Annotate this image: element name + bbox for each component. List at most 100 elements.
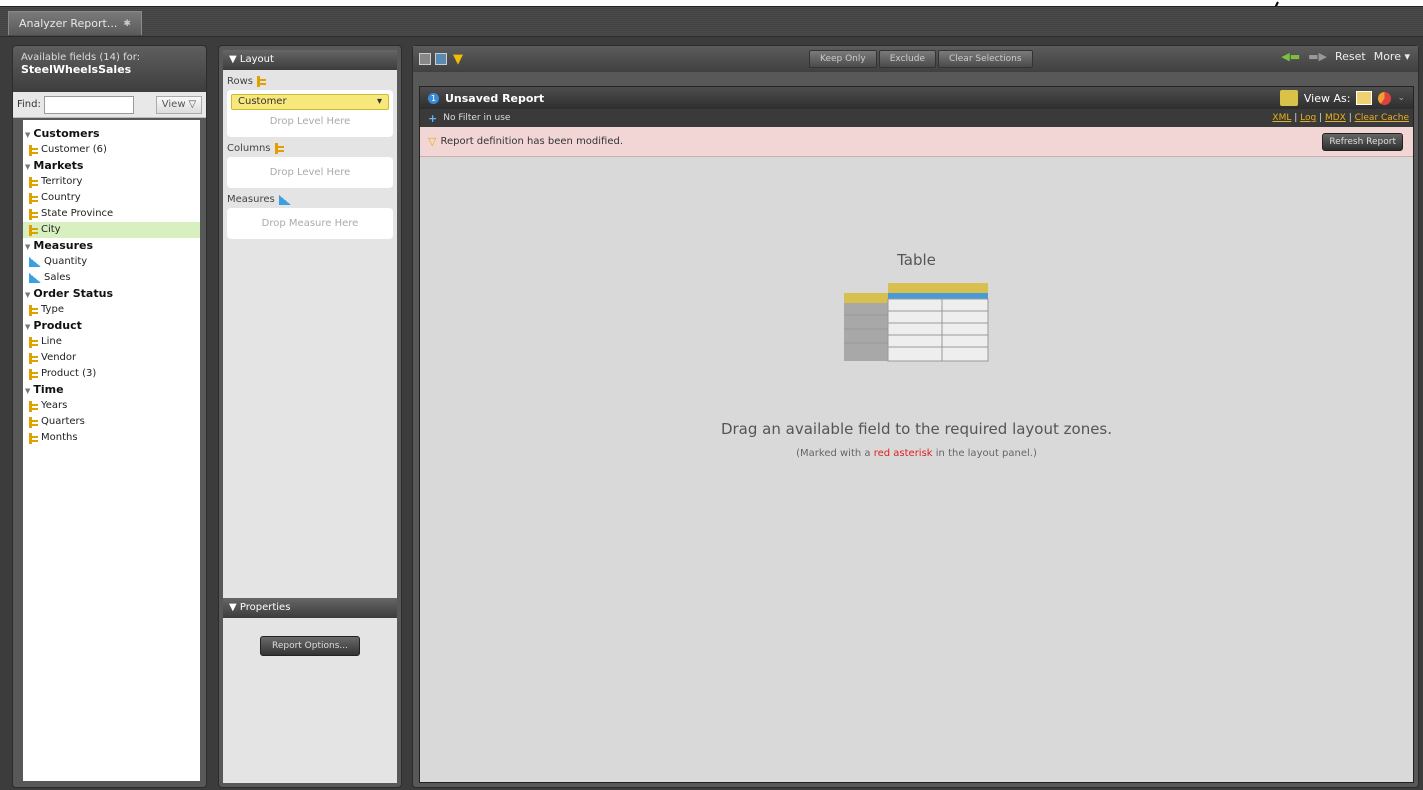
find-input[interactable]	[43, 95, 134, 114]
field-group-label: Customers	[33, 127, 100, 140]
report-options-button[interactable]: Report Options...	[260, 636, 360, 656]
clear-selections-button[interactable]: Clear Selections	[937, 50, 1033, 68]
expand-icon[interactable]: ▼	[25, 323, 30, 331]
fields-header: Available fields (14) for: SteelWheelsSa…	[13, 46, 206, 92]
report-area: 1 Unsaved Report View As: ⌄ + No Filter …	[419, 86, 1414, 783]
field-item[interactable]: Months	[23, 430, 200, 446]
toolbar-right: ◀▬ ▬▶ Reset More ▾	[1281, 50, 1410, 63]
field-group[interactable]: ▼ Customers	[23, 126, 200, 142]
expand-icon[interactable]: ▼	[25, 291, 30, 299]
view-as-group: View As: ⌄	[1279, 90, 1405, 106]
log-link[interactable]: Log	[1300, 113, 1316, 123]
fields-count-label: Available fields (14) for:	[21, 52, 141, 63]
field-item[interactable]: Quantity	[23, 254, 200, 270]
expand-icon[interactable]: ▼	[25, 243, 30, 251]
xml-link[interactable]: XML	[1272, 113, 1291, 123]
splitter-right[interactable]	[405, 45, 409, 788]
hint-prefix: (Marked with a	[796, 448, 874, 459]
dimension-icon	[274, 143, 284, 154]
available-fields-panel: Available fields (14) for: SteelWheelsSa…	[12, 45, 207, 788]
report-panel: ▼ Keep Only Exclude Clear Selections ◀▬ …	[412, 45, 1419, 788]
warning-text: Report definition has been modified.	[440, 136, 624, 147]
dimension-icon	[29, 352, 38, 364]
field-item[interactable]: Quarters	[23, 414, 200, 430]
field-item[interactable]: Customer (6)	[23, 142, 200, 158]
dimension-icon	[29, 304, 38, 316]
field-item[interactable]: Vendor	[23, 350, 200, 366]
field-item[interactable]: State Province	[23, 206, 200, 222]
dimension-icon	[29, 176, 38, 188]
warning-icon: ▽	[428, 135, 437, 148]
tab-analyzer-report[interactable]: Analyzer Report... ✱	[8, 11, 142, 35]
reset-button[interactable]: Reset	[1335, 50, 1366, 63]
add-filter-icon[interactable]: +	[428, 112, 437, 125]
rows-chip-customer[interactable]: Customer ▾	[231, 94, 389, 110]
splitter-left[interactable]	[208, 45, 212, 788]
dimension-icon	[29, 208, 38, 220]
properties-header[interactable]: ▼ Properties	[223, 598, 397, 618]
rows-dropzone[interactable]: Customer ▾ Drop Level Here	[227, 90, 393, 137]
rows-label: Rows	[227, 76, 254, 87]
field-group[interactable]: ▼ Order Status	[23, 286, 200, 302]
field-item[interactable]: Line	[23, 334, 200, 350]
debug-links: XML | Log | MDX | Clear Cache	[1272, 113, 1409, 123]
field-group[interactable]: ▼ Product	[23, 318, 200, 334]
more-menu[interactable]: More ▾	[1374, 50, 1410, 63]
filter-icon[interactable]: ▼	[453, 52, 463, 67]
measures-label: Measures	[227, 194, 275, 205]
field-item-label: City	[41, 224, 61, 235]
field-group[interactable]: ▼ Time	[23, 382, 200, 398]
field-item[interactable]: Type	[23, 302, 200, 318]
field-item[interactable]: Country	[23, 190, 200, 206]
layout-toggle-icon[interactable]	[419, 53, 431, 65]
cube-name: SteelWheelsSales	[21, 63, 132, 76]
mdx-link[interactable]: MDX	[1325, 113, 1346, 123]
field-item[interactable]: Years	[23, 398, 200, 414]
layout-header[interactable]: ▼ Layout	[223, 50, 397, 70]
find-label: Find:	[17, 99, 41, 110]
measures-dropzone[interactable]: Drop Measure Here	[227, 208, 393, 239]
chip-label: Customer	[238, 96, 287, 107]
field-item[interactable]: Territory	[23, 174, 200, 190]
expand-icon[interactable]: ▼	[25, 131, 30, 139]
refresh-report-button[interactable]: Refresh Report	[1322, 133, 1403, 151]
expand-icon[interactable]: ▼	[25, 387, 30, 395]
undo-icon[interactable]: ◀▬	[1281, 50, 1300, 63]
hint-suffix: in the layout panel.)	[932, 448, 1037, 459]
clear-cache-link[interactable]: Clear Cache	[1355, 113, 1409, 123]
field-group[interactable]: ▼ Markets	[23, 158, 200, 174]
analyzer-app: Analyzer Report... ✱ Available fields (1…	[0, 6, 1423, 790]
selection-buttons: Keep Only Exclude Clear Selections	[809, 50, 1033, 68]
field-item[interactable]: Sales	[23, 270, 200, 286]
field-item-label: Country	[41, 192, 81, 203]
chevron-down-icon[interactable]: ⌄	[1397, 93, 1405, 103]
dimension-icon	[29, 416, 38, 428]
dimension-icon	[29, 432, 38, 444]
exclude-button[interactable]: Exclude	[878, 50, 936, 68]
report-info-icon[interactable]: 1	[428, 92, 439, 104]
fields-toggle-icon[interactable]	[435, 53, 447, 65]
columns-drop-hint: Drop Level Here	[269, 167, 351, 178]
close-icon[interactable]: ✱	[123, 13, 131, 35]
columns-dropzone[interactable]: Drop Level Here	[227, 157, 393, 188]
field-group-label: Time	[33, 383, 64, 396]
field-item-label: Months	[41, 432, 78, 443]
field-group-label: Product	[33, 319, 82, 332]
tab-label: Analyzer Report...	[19, 16, 118, 30]
chart-view-icon[interactable]	[1378, 91, 1392, 105]
filter-status: No Filter in use	[443, 113, 511, 123]
rows-zone-label: Rows	[223, 70, 397, 90]
field-item[interactable]: Product (3)	[23, 366, 200, 382]
layout-panel: ▼ Layout Rows Customer ▾ Drop Level Here…	[218, 45, 402, 788]
report-title-bar: 1 Unsaved Report View As: ⌄	[420, 87, 1413, 109]
table-view-icon[interactable]	[1356, 91, 1373, 105]
keep-only-button[interactable]: Keep Only	[809, 50, 877, 68]
field-group[interactable]: ▼ Measures	[23, 238, 200, 254]
measures-zone-label: Measures	[223, 188, 397, 208]
chart-wizard-icon[interactable]	[1279, 90, 1298, 106]
redo-icon[interactable]: ▬▶	[1308, 50, 1327, 63]
view-dropdown[interactable]: View ▽	[156, 95, 202, 114]
chevron-down-icon[interactable]: ▾	[377, 95, 382, 109]
expand-icon[interactable]: ▼	[25, 163, 30, 171]
field-item[interactable]: City	[23, 222, 200, 238]
